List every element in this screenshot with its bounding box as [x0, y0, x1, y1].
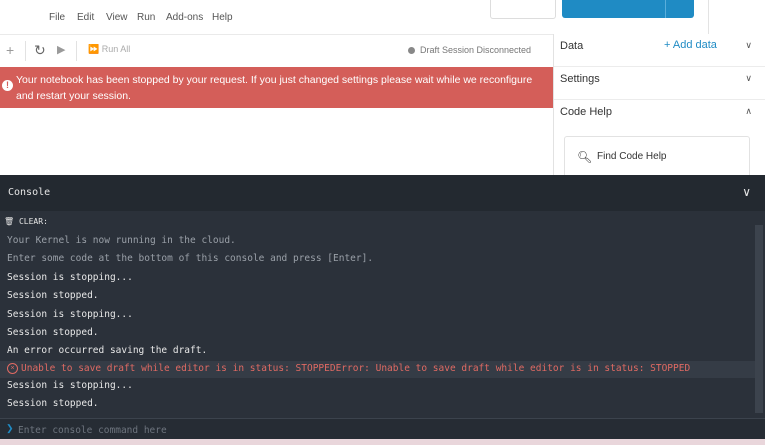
- top-secondary-button[interactable]: [490, 0, 556, 19]
- add-data-button[interactable]: + Add data: [664, 39, 717, 51]
- console-line: Your Kernel is now running in the cloud.: [7, 235, 236, 246]
- menu-view[interactable]: View: [106, 12, 128, 23]
- menu-help[interactable]: Help: [212, 12, 233, 23]
- menu-file[interactable]: File: [49, 12, 65, 23]
- console-command-input[interactable]: [16, 421, 720, 439]
- console-line: Enter some code at the bottom of this co…: [7, 253, 374, 265]
- menu-add-ons[interactable]: Add-ons: [166, 12, 203, 23]
- notebook-toolbar: + ↻ ▶ ⏩ Run All Draft Session Disconnect…: [0, 34, 553, 67]
- restart-icon[interactable]: ↻: [34, 42, 46, 58]
- console-line: Session is stopping...: [7, 380, 133, 391]
- settings-section-title: Settings: [560, 73, 600, 85]
- code-help-section-title: Code Help: [560, 106, 612, 118]
- prompt-chevron-icon: ❯: [6, 423, 14, 433]
- chevron-up-icon[interactable]: ∧: [745, 106, 752, 117]
- code-help-section-header[interactable]: Code Help ∧: [554, 100, 765, 132]
- alert-message: Your notebook has been stopped by your r…: [16, 74, 533, 102]
- clear-console-button[interactable]: 🗑︎ CLEAR:: [4, 217, 48, 226]
- console-line: Session stopped.: [7, 398, 99, 409]
- draft-session-status: Draft Session Disconnected: [420, 45, 532, 55]
- settings-section-header[interactable]: Settings ∨: [554, 67, 765, 100]
- top-primary-button[interactable]: [562, 0, 694, 18]
- chevron-down-icon[interactable]: ∨: [745, 73, 752, 84]
- notebook-stopped-alert: ! Your notebook has been stopped by your…: [0, 67, 553, 108]
- chevron-down-icon[interactable]: ∨: [742, 185, 751, 199]
- console-scrollbar[interactable]: [755, 225, 763, 413]
- console-panel: Console ∨ 🗑︎ CLEAR: × Unable to save dra…: [0, 175, 765, 445]
- alert-icon: !: [2, 80, 13, 91]
- console-header[interactable]: Console ∨: [0, 175, 765, 211]
- console-line: An error occurred saving the draft.: [7, 345, 208, 357]
- draft-status-dot-icon: [408, 47, 415, 54]
- search-icon: 🔍︎: [577, 150, 593, 164]
- clear-label: CLEAR:: [18, 217, 48, 226]
- toolbar-separator: [76, 41, 77, 61]
- toolbar-separator: [25, 41, 26, 61]
- console-title: Console: [8, 187, 51, 198]
- chevron-down-icon[interactable]: ∨: [745, 40, 752, 51]
- run-all-label: Run All: [101, 44, 131, 54]
- run-icon[interactable]: ▶: [57, 42, 65, 58]
- console-line: Session is stopping...: [7, 308, 133, 320]
- error-message: Unable to save draft while editor is in …: [21, 363, 691, 374]
- find-code-help-label: Find Code Help: [597, 151, 667, 162]
- divider: [708, 0, 709, 34]
- menu-edit[interactable]: Edit: [77, 12, 94, 23]
- data-section-title: Data: [560, 40, 584, 52]
- run-all-button[interactable]: ⏩ Run All: [88, 44, 130, 55]
- menu-run[interactable]: Run: [137, 12, 155, 23]
- console-line: Session is stopping...: [7, 271, 133, 283]
- find-code-help-button[interactable]: 🔍︎ Find Code Help: [564, 136, 750, 177]
- add-cell-icon[interactable]: +: [6, 42, 14, 58]
- console-error-line: × Unable to save draft while editor is i…: [0, 361, 755, 378]
- right-sidebar: Data + Add data ∨ Settings ∨ Code Help ∧…: [553, 34, 765, 177]
- console-input-row: ❯: [0, 418, 765, 440]
- bottom-strip: [0, 439, 765, 445]
- data-section-header[interactable]: Data + Add data ∨: [554, 34, 765, 67]
- console-line: Session stopped.: [7, 327, 99, 338]
- console-line: Session stopped.: [7, 290, 99, 302]
- error-icon: ×: [7, 363, 18, 374]
